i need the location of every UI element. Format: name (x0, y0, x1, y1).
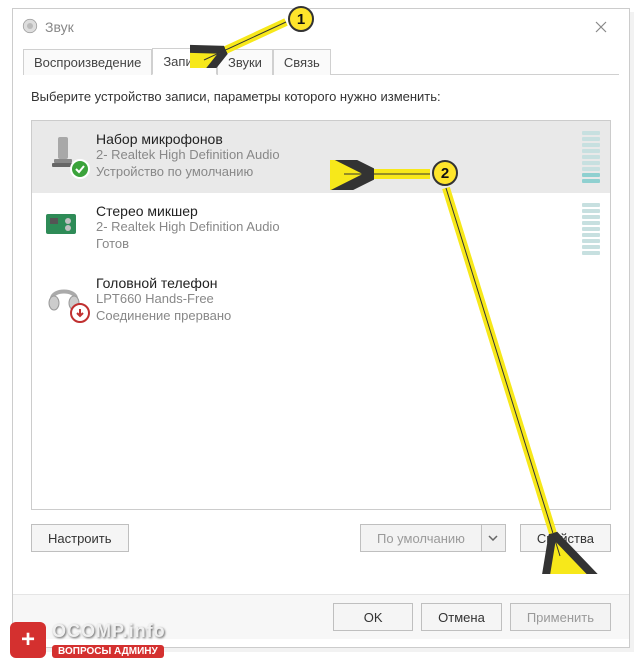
sound-settings-window: Звук Воспроизведение Запись Звуки Связь … (12, 8, 630, 648)
default-badge-icon (70, 159, 90, 179)
tab-content: Выберите устройство записи, параметры ко… (13, 75, 629, 564)
device-buttons-row: Настроить По умолчанию Свойства (31, 524, 611, 552)
device-status: Соединение прервано (96, 308, 600, 325)
configure-button[interactable]: Настроить (31, 524, 129, 552)
properties-button[interactable]: Свойства (520, 524, 611, 552)
tab-playback[interactable]: Воспроизведение (23, 49, 152, 75)
watermark-plus-icon: + (10, 622, 46, 658)
titlebar: Звук (13, 9, 629, 45)
device-status: Устройство по умолчанию (96, 164, 574, 181)
device-driver: LPT660 Hands-Free (96, 291, 600, 308)
device-list: Набор микрофонов 2- Realtek High Definit… (31, 120, 611, 510)
close-button[interactable] (581, 13, 621, 41)
device-item-stereo-mix[interactable]: Стерео микшер 2- Realtek High Definition… (32, 193, 610, 265)
tab-recording[interactable]: Запись (152, 48, 217, 75)
watermark: + OCOMP.info ВОПРОСЫ АДМИНУ (10, 621, 166, 658)
annotation-badge-1: 1 (288, 6, 314, 32)
device-name: Стерео микшер (96, 203, 574, 219)
set-default-button[interactable]: По умолчанию (360, 524, 482, 552)
device-item-headset[interactable]: Головной телефон LPT660 Hands-Free Соеди… (32, 265, 610, 335)
device-status: Готов (96, 236, 574, 253)
device-driver: 2- Realtek High Definition Audio (96, 147, 574, 164)
disconnected-badge-icon (70, 303, 90, 323)
level-meter (582, 131, 600, 183)
tab-communications[interactable]: Связь (273, 49, 331, 75)
level-meter (582, 203, 600, 255)
device-name: Набор микрофонов (96, 131, 574, 147)
speaker-icon (21, 17, 39, 38)
cancel-button[interactable]: Отмена (421, 603, 502, 631)
ok-button[interactable]: OK (333, 603, 413, 631)
device-driver: 2- Realtek High Definition Audio (96, 219, 574, 236)
sound-card-icon (42, 203, 86, 247)
device-name: Головной телефон (96, 275, 600, 291)
device-item-mic-array[interactable]: Набор микрофонов 2- Realtek High Definit… (32, 121, 610, 193)
watermark-sub: ВОПРОСЫ АДМИНУ (52, 645, 164, 658)
tab-row: Воспроизведение Запись Звуки Связь (13, 45, 629, 75)
mic-array-icon (42, 131, 86, 175)
window-title: Звук (45, 19, 74, 35)
set-default-dropdown-icon[interactable] (482, 524, 506, 552)
annotation-badge-2: 2 (432, 160, 458, 186)
watermark-main: OCOMP.info (52, 621, 166, 642)
apply-button[interactable]: Применить (510, 603, 611, 631)
tab-sounds[interactable]: Звуки (217, 49, 273, 75)
headset-icon (42, 275, 86, 319)
instruction-text: Выберите устройство записи, параметры ко… (31, 89, 611, 104)
